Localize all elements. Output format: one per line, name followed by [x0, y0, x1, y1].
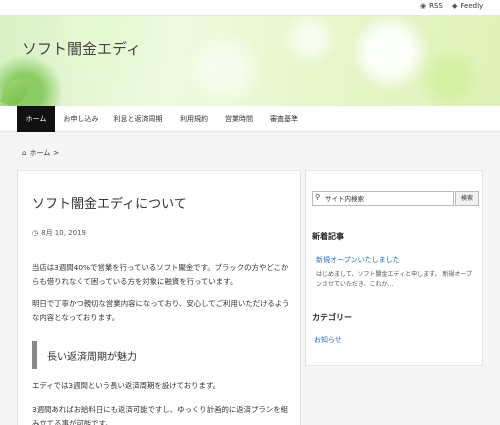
nav-item-hours[interactable]: 営業時間 — [219, 106, 259, 132]
section-heading-text: 長い返済周期が魅力 — [47, 352, 137, 363]
paragraph: エディでは3週間という長い返済周期を設けております。 — [32, 381, 220, 390]
post-date: ◷ 8月 10, 2019 — [32, 228, 86, 238]
category-heading: カテゴリー — [312, 313, 352, 322]
top-utility-bar: ◉ RSS ◆ Feedly — [0, 0, 500, 16]
breadcrumb: ⌂ ホーム > — [22, 148, 59, 158]
recent-post-excerpt: はじめまして、ソフト闇金エディと申します。 新規オープンさせていただき、これか… — [316, 271, 473, 288]
site-title[interactable]: ソフト闇金エディ — [22, 38, 141, 59]
paragraph: 3週間あればお給料日にも返済可能ですし、ゆっくり計画的に返済プランを組み立てる事… — [32, 405, 288, 425]
nav-item-interest[interactable]: 利息と返済周期 — [108, 106, 168, 132]
breadcrumb-home[interactable]: ホーム — [29, 148, 50, 158]
feedly-link[interactable]: ◆ Feedly — [452, 2, 483, 10]
feedly-label: Feedly — [460, 2, 484, 10]
breadcrumb-separator: > — [53, 149, 60, 157]
category-link[interactable]: お知らせ — [314, 335, 342, 345]
search-input[interactable] — [312, 191, 454, 206]
paragraph: 明日で丁寧かつ親切な営業内容になっており、安心してご利用いただけるような内容とな… — [32, 299, 290, 322]
sidebar: ⚲ 検索 新着記事 新規オープンいたしました はじめまして、ソフト闇金エディと申… — [305, 170, 483, 366]
post-title: ソフト闇金エディについて — [32, 197, 187, 212]
home-icon: ⌂ — [22, 149, 27, 157]
post-date-text: 8月 10, 2019 — [41, 229, 86, 237]
feedly-icon: ◆ — [452, 2, 458, 10]
nav-item-home[interactable]: ホーム — [17, 106, 55, 132]
section-heading: 長い返済周期が魅力 — [32, 341, 288, 369]
search-button[interactable]: 検索 — [455, 191, 479, 206]
recent-post-link[interactable]: 新規オープンいたしました — [316, 255, 400, 265]
search-form: ⚲ 検索 — [312, 191, 479, 206]
clock-icon: ◷ — [32, 229, 39, 237]
nav-item-terms[interactable]: 利用規約 — [174, 106, 214, 132]
search-icon: ⚲ — [315, 193, 321, 201]
paragraph: 当店は3週間40%で営業を行っているソフト闇金です。ブラックの方やどこからも借り… — [32, 263, 289, 286]
rss-icon: ◉ — [420, 2, 427, 10]
nav-item-criteria[interactable]: 審査基準 — [264, 106, 304, 132]
rss-link[interactable]: ◉ RSS — [420, 2, 443, 10]
rss-label: RSS — [429, 2, 443, 10]
nav-item-apply[interactable]: お申し込み — [58, 106, 104, 132]
header-banner: ソフト闇金エディ — [0, 16, 500, 106]
leaf-decoration — [0, 75, 31, 106]
recent-posts-heading: 新着記事 — [312, 232, 344, 241]
main-navigation: ホーム お申し込み 利息と返済周期 利用規約 営業時間 審査基準 — [0, 106, 500, 132]
article-card: ソフト闇金エディについて ◷ 8月 10, 2019 当店は3週間40%で営業を… — [17, 170, 301, 425]
